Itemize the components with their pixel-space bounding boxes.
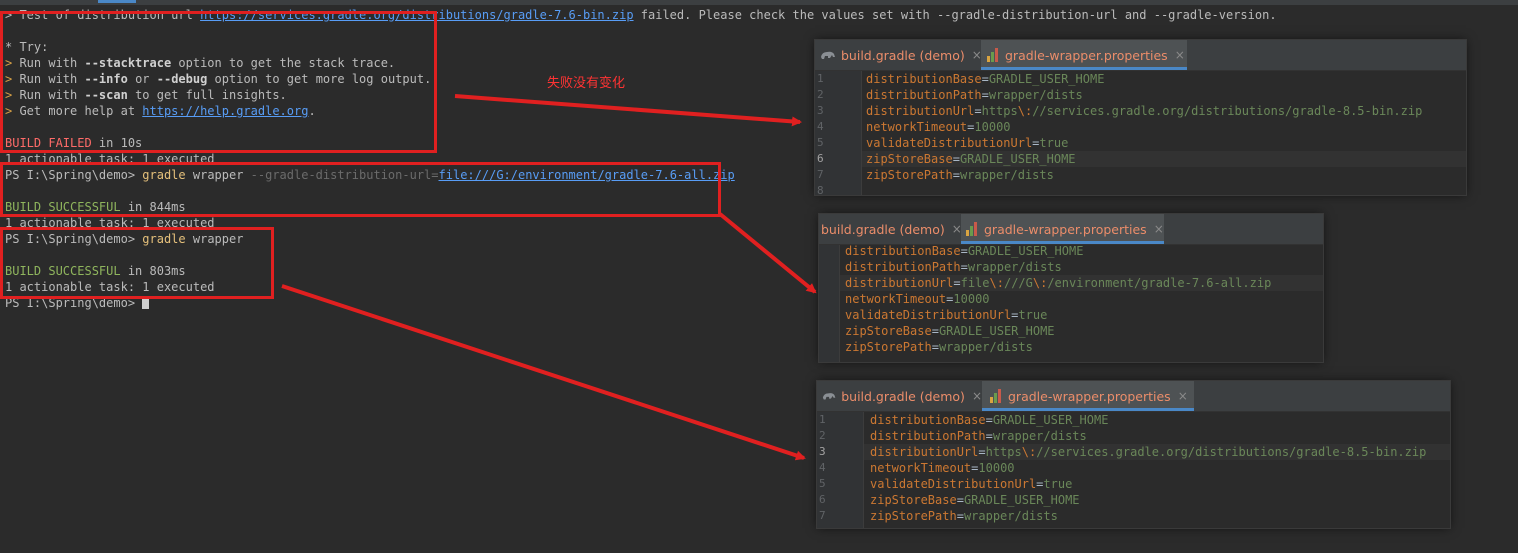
tab-gradle-wrapper-properties[interactable]: gradle-wrapper.properties × [981,40,1187,70]
line-number-gutter: 1 2 3 4 5 6 7 [817,412,864,528]
editor-panel-after-wrapper: build.gradle (demo) × gradle-wrapper.prop… [817,381,1450,528]
close-icon[interactable]: × [1154,222,1164,236]
highlight-box-wrapper-command [0,227,274,299]
line-number-gutter [819,245,840,362]
line-number-gutter: 1 2 3 4 5 6 7 8 [815,71,862,197]
code-line: zipStorePath=wrapper/dists [845,340,1033,354]
code-line: validateDistributionUrl=true [870,477,1073,491]
code-line: zipStoreBase=GRADLE_USER_HOME [845,324,1055,338]
code-line: validateDistributionUrl=true [845,308,1048,322]
code-line: distributionBase=GRADLE_USER_HOME [870,413,1109,427]
editor-panel-after-local-url: build.gradle (demo) × gradle-wrapper.prop… [819,214,1323,362]
code-line: distributionUrl=https\://services.gradle… [870,445,1427,459]
editor-tabs: build.gradle (demo) × gradle-wrapper.prop… [815,40,1466,71]
tab-gradle-wrapper-properties[interactable]: gradle-wrapper.properties × [982,381,1194,411]
gradle-elephant-icon [822,393,836,400]
code-line: distributionPath=wrapper/dists [845,260,1062,274]
editor-tabs: build.gradle (demo) × gradle-wrapper.prop… [817,381,1450,412]
properties-file-icon [966,222,978,236]
code-line: networkTimeout=10000 [866,120,1011,134]
code-line: networkTimeout=10000 [870,461,1015,475]
code-line: validateDistributionUrl=true [866,136,1069,150]
code-line: zipStorePath=wrapper/dists [866,168,1054,182]
code-line: zipStoreBase=GRADLE_USER_HOME [866,152,1076,166]
close-icon[interactable]: × [1175,48,1185,62]
tab-build-gradle[interactable]: build.gradle (demo) × [817,381,982,411]
highlight-box-failure [0,11,437,153]
editor-content[interactable]: distributionBase=GRADLE_USER_HOME distri… [819,244,1323,362]
editor-content[interactable]: 1 2 3 4 5 6 7 8 distributionBase=GRADLE_… [815,71,1466,197]
editor-content[interactable]: 1 2 3 4 5 6 7 distributionBase=GRADLE_US… [817,412,1450,528]
code-line: distributionPath=wrapper/dists [866,88,1083,102]
code-line: distributionBase=GRADLE_USER_HOME [845,244,1084,258]
editor-tabs: build.gradle (demo) × gradle-wrapper.prop… [819,214,1323,245]
highlight-box-local-url-command [0,162,721,217]
code-line: networkTimeout=10000 [845,292,990,306]
tab-build-gradle[interactable]: build.gradle (demo) × [819,214,962,244]
gradle-elephant-icon [821,51,835,59]
properties-file-icon [987,48,999,62]
annotation-text: 失败没有变化 [547,76,626,91]
code-line: zipStoreBase=GRADLE_USER_HOME [870,493,1080,507]
tab-gradle-wrapper-properties[interactable]: gradle-wrapper.properties × [961,214,1164,244]
code-line: distributionUrl=file\:///G\:/environment… [845,276,1272,290]
close-icon[interactable]: × [1178,389,1188,403]
code-line: zipStorePath=wrapper/dists [870,509,1058,523]
code-line: distributionPath=wrapper/dists [870,429,1087,443]
tab-build-gradle[interactable]: build.gradle (demo) × [815,40,983,70]
editor-panel-original: build.gradle (demo) × gradle-wrapper.prop… [815,40,1466,197]
close-icon[interactable]: × [972,389,982,403]
code-line: distributionBase=GRADLE_USER_HOME [866,72,1105,86]
code-line: distributionUrl=https\://services.gradle… [866,104,1423,118]
properties-file-icon [990,389,1002,403]
